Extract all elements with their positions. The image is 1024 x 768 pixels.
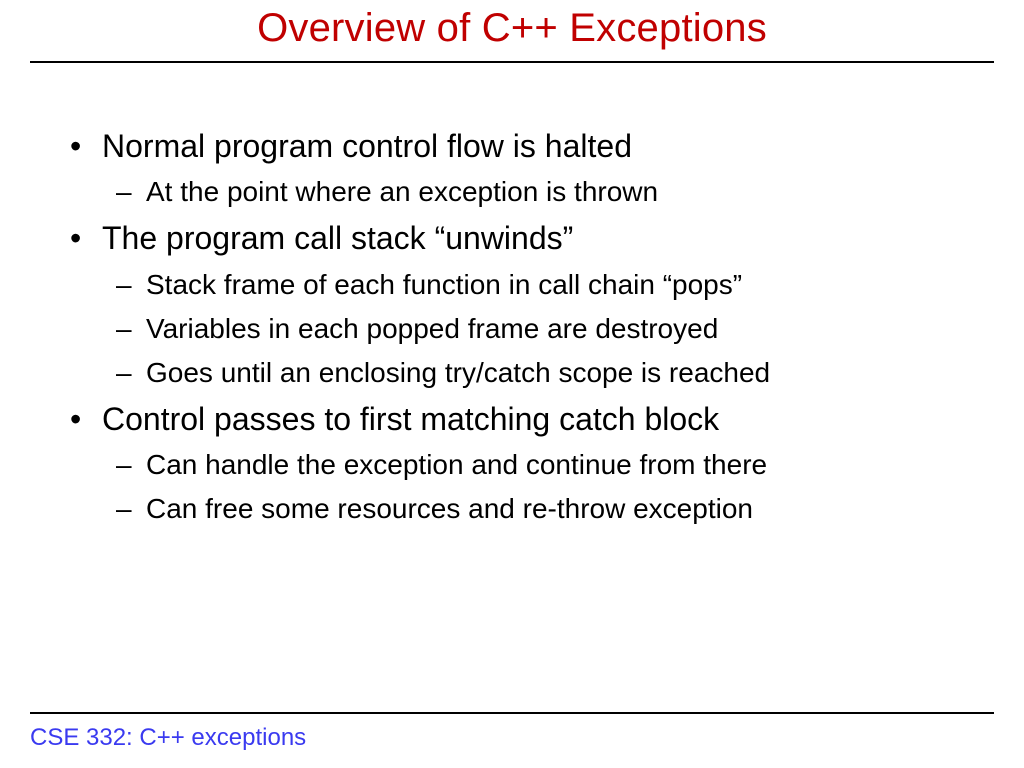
divider-bottom [30, 712, 994, 714]
list-item: Variables in each popped frame are destr… [102, 308, 964, 350]
sub-list: Stack frame of each function in call cha… [102, 264, 964, 394]
sub-list: Can handle the exception and continue fr… [102, 444, 964, 530]
list-item: Stack frame of each function in call cha… [102, 264, 964, 306]
bullet-text: Goes until an enclosing try/catch scope … [146, 357, 770, 388]
bullet-text: Stack frame of each function in call cha… [146, 269, 742, 300]
bullet-text: Can handle the exception and continue fr… [146, 449, 767, 480]
bullet-text: Control passes to first matching catch b… [102, 401, 719, 437]
bullet-text: Normal program control flow is halted [102, 128, 632, 164]
bullet-text: Variables in each popped frame are destr… [146, 313, 718, 344]
bullet-text: At the point where an exception is throw… [146, 176, 658, 207]
slide-body: Normal program control flow is halted At… [0, 63, 1024, 530]
list-item: The program call stack “unwinds” Stack f… [60, 215, 964, 393]
slide-title: Overview of C++ Exceptions [0, 0, 1024, 57]
bullet-text: Can free some resources and re-throw exc… [146, 493, 753, 524]
footer-text: CSE 332: C++ exceptions [30, 724, 994, 752]
list-item: Control passes to first matching catch b… [60, 396, 964, 530]
slide: Overview of C++ Exceptions Normal progra… [0, 0, 1024, 768]
bullet-list: Normal program control flow is halted At… [60, 123, 964, 530]
list-item: Normal program control flow is halted At… [60, 123, 964, 213]
list-item: At the point where an exception is throw… [102, 171, 964, 213]
list-item: Goes until an enclosing try/catch scope … [102, 352, 964, 394]
list-item: Can free some resources and re-throw exc… [102, 488, 964, 530]
bullet-text: The program call stack “unwinds” [102, 220, 573, 256]
sub-list: At the point where an exception is throw… [102, 171, 964, 213]
list-item: Can handle the exception and continue fr… [102, 444, 964, 486]
footer: CSE 332: C++ exceptions [30, 712, 994, 752]
